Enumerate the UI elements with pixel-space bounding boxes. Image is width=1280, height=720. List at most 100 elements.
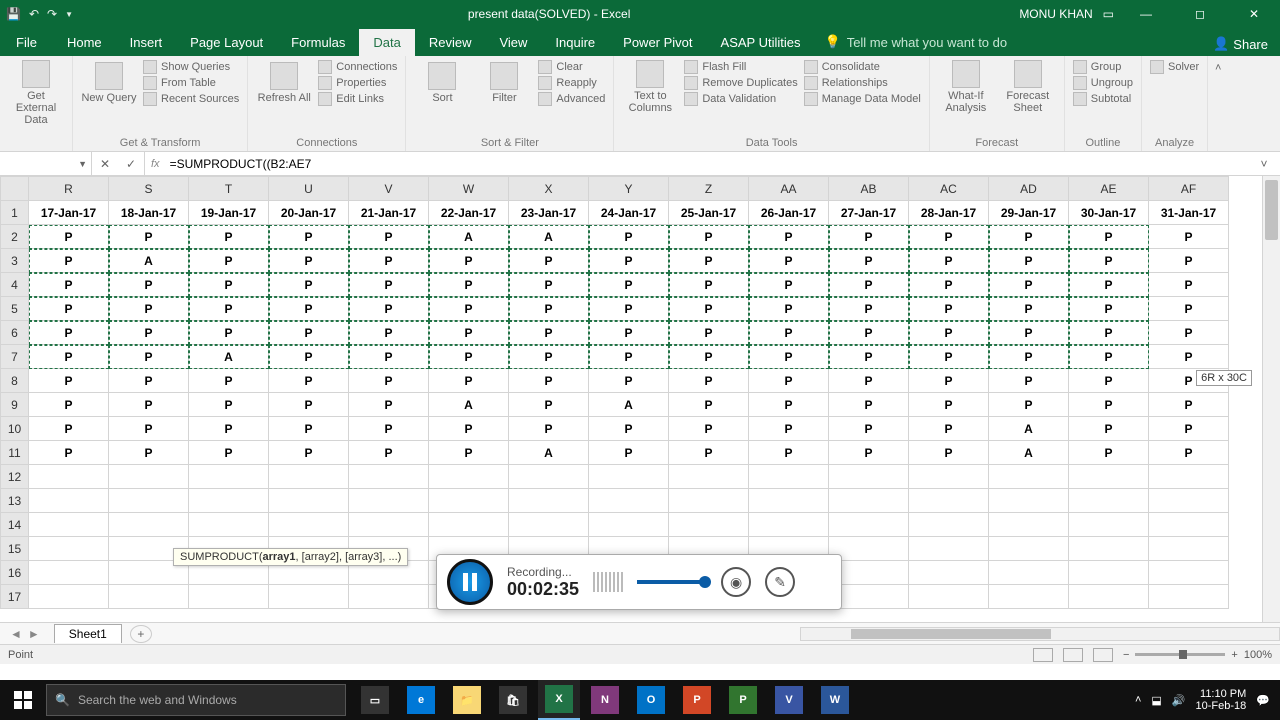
cell[interactable]: P [669,417,749,441]
cell[interactable]: P [1069,297,1149,321]
cell[interactable]: P [509,369,589,393]
cell[interactable]: P [189,441,269,465]
tab-inquire[interactable]: Inquire [541,29,609,56]
cell[interactable]: P [269,345,349,369]
row-header[interactable]: 5 [1,297,29,321]
cell[interactable] [1149,465,1229,489]
cell[interactable]: P [749,321,829,345]
cell[interactable]: P [429,441,509,465]
cell[interactable]: P [909,417,989,441]
cell[interactable] [189,585,269,609]
cell[interactable]: P [349,225,429,249]
zoom-level[interactable]: 100% [1244,649,1272,661]
show-queries-button[interactable]: Show Queries [143,60,239,74]
cell[interactable]: P [749,345,829,369]
cell[interactable]: P [989,249,1069,273]
cell[interactable]: P [1069,393,1149,417]
column-header[interactable]: T [189,177,269,201]
row-header[interactable]: 15 [1,537,29,561]
notifications-icon[interactable]: 💬 [1256,694,1270,707]
cell[interactable]: P [429,417,509,441]
cell[interactable]: P [669,369,749,393]
cell[interactable]: P [269,417,349,441]
cell[interactable]: P [829,321,909,345]
text-to-columns-button[interactable]: Text to Columns [622,60,678,114]
cell[interactable] [349,489,429,513]
cell[interactable]: P [589,321,669,345]
cell[interactable]: P [909,225,989,249]
cell[interactable]: P [749,369,829,393]
remove-duplicates-button[interactable]: Remove Duplicates [684,76,797,90]
pause-recording-button[interactable] [447,559,493,605]
cell[interactable]: P [429,345,509,369]
cell[interactable]: P [909,273,989,297]
cell[interactable] [589,513,669,537]
solver-button[interactable]: Solver [1150,60,1199,74]
tab-formulas[interactable]: Formulas [277,29,359,56]
formula-input[interactable] [170,157,1254,171]
vertical-scrollbar[interactable] [1262,176,1280,622]
subtotal-button[interactable]: Subtotal [1073,92,1133,106]
cell[interactable]: P [989,393,1069,417]
cell[interactable] [429,489,509,513]
cell[interactable]: P [589,297,669,321]
cell[interactable]: P [1149,273,1229,297]
cell[interactable]: P [1069,321,1149,345]
cell[interactable]: P [749,273,829,297]
cell[interactable]: P [189,369,269,393]
cell[interactable] [989,465,1069,489]
cell[interactable] [909,561,989,585]
cell[interactable]: P [109,369,189,393]
cell[interactable]: 19-Jan-17 [189,201,269,225]
relationships-button[interactable]: Relationships [804,76,921,90]
cell[interactable]: P [109,321,189,345]
project-app[interactable]: P [722,680,764,720]
cell[interactable]: P [989,273,1069,297]
cell[interactable]: 17-Jan-17 [29,201,109,225]
annotate-button[interactable]: ✎ [765,567,795,597]
cell[interactable]: P [669,345,749,369]
cell[interactable] [1149,537,1229,561]
cell[interactable] [1149,513,1229,537]
row-header[interactable]: 6 [1,321,29,345]
cell[interactable] [29,561,109,585]
sheet-nav-next-icon[interactable]: ► [28,627,40,641]
cell[interactable]: 18-Jan-17 [109,201,189,225]
cell[interactable]: P [29,273,109,297]
cell[interactable]: P [669,273,749,297]
cell[interactable]: P [29,225,109,249]
cell[interactable]: P [1149,441,1229,465]
tab-insert[interactable]: Insert [116,29,177,56]
cell[interactable]: P [749,225,829,249]
powerpoint-app[interactable]: P [676,680,718,720]
cell[interactable] [349,465,429,489]
cell[interactable] [1149,489,1229,513]
cell[interactable]: 30-Jan-17 [1069,201,1149,225]
cell[interactable]: P [349,297,429,321]
cell[interactable]: P [1149,393,1229,417]
cell[interactable]: P [909,369,989,393]
cell[interactable] [989,489,1069,513]
group-button[interactable]: Group [1073,60,1133,74]
row-header[interactable]: 8 [1,369,29,393]
cell[interactable]: P [269,369,349,393]
forecast-sheet-button[interactable]: Forecast Sheet [1000,60,1056,114]
collapse-ribbon-button[interactable]: ˄ [1208,56,1228,151]
cell[interactable]: 22-Jan-17 [429,201,509,225]
column-header[interactable]: AA [749,177,829,201]
recent-sources-button[interactable]: Recent Sources [143,92,239,106]
sort-button[interactable]: Sort [414,60,470,106]
view-page-break-button[interactable] [1093,648,1113,662]
cell[interactable]: P [269,441,349,465]
save-icon[interactable]: 💾 [6,7,21,21]
name-box-input[interactable] [4,157,78,171]
cell[interactable]: P [829,225,909,249]
cell[interactable]: P [589,417,669,441]
row-header[interactable]: 2 [1,225,29,249]
cell[interactable]: P [509,393,589,417]
cell[interactable] [29,537,109,561]
cell[interactable] [429,465,509,489]
column-header[interactable]: R [29,177,109,201]
cell[interactable]: P [109,441,189,465]
cell[interactable] [29,465,109,489]
